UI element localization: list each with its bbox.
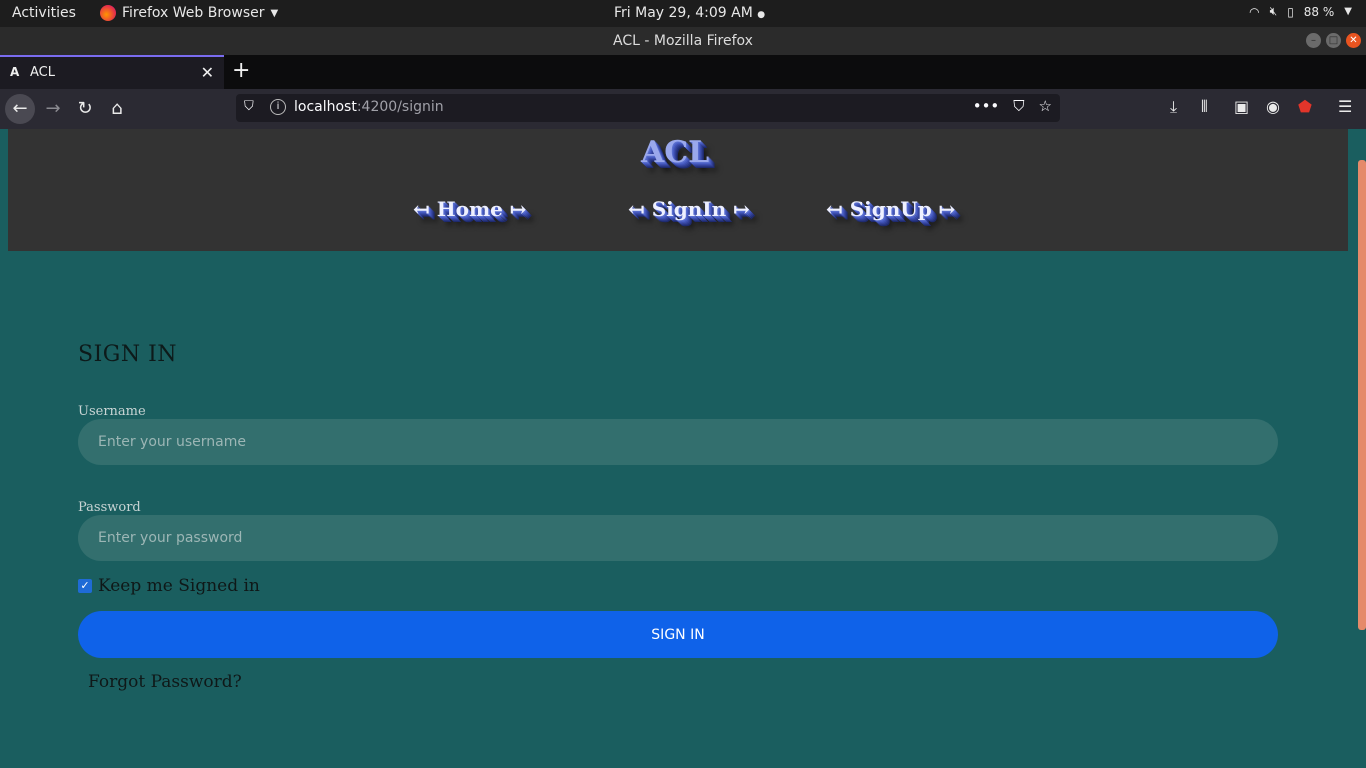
username-label: Username <box>78 404 146 419</box>
new-tab-button[interactable]: + <box>232 58 250 83</box>
url-path: :4200/signin <box>356 99 444 115</box>
caret-down-icon: ▼ <box>1344 6 1352 17</box>
caret-down-icon: ▼ <box>270 7 279 19</box>
url-actions: ••• ⛉ ☆ <box>973 97 1052 115</box>
keep-signed-in-checkbox[interactable]: ✓ <box>78 579 92 593</box>
tab-title: ACL <box>30 65 55 80</box>
clock-text: Fri May 29, 4:09 AM <box>614 5 753 21</box>
url-host: localhost <box>294 99 357 115</box>
page-actions-icon[interactable]: ••• <box>973 97 1000 115</box>
page-scrollbar[interactable] <box>1358 160 1366 630</box>
close-tab-icon[interactable]: ✕ <box>201 63 214 82</box>
keep-signed-in-row[interactable]: ✓ Keep me Signed in <box>78 576 260 596</box>
pocket-icon[interactable]: ⛉ <box>1013 97 1024 115</box>
username-input[interactable] <box>78 419 1278 465</box>
home-button[interactable]: ⌂ <box>102 94 132 124</box>
maximize-button[interactable]: □ <box>1326 33 1341 48</box>
clock[interactable]: Fri May 29, 4:09 AM ● <box>614 5 765 21</box>
nav-link-home[interactable]: ↤ Home ↦ <box>413 197 527 221</box>
back-button[interactable]: ← <box>5 94 35 124</box>
signin-heading: SIGN IN <box>78 342 178 367</box>
sidebar-icon[interactable]: ▣ <box>1234 97 1249 116</box>
page-content: ACL ↤ Home ↦ ↤ SignIn ↦ ↤ SignUp ↦ SIGN … <box>8 129 1348 768</box>
battery-icon: ▯ <box>1287 4 1294 19</box>
nav-link-signup[interactable]: ↤ SignUp ↦ <box>826 197 955 221</box>
password-input[interactable] <box>78 515 1278 561</box>
forward-button[interactable]: → <box>38 94 68 124</box>
angular-favicon-icon: A <box>10 65 20 79</box>
battery-percent: 88 % <box>1303 4 1335 19</box>
password-label: Password <box>78 500 141 515</box>
window-titlebar: ACL - Mozilla Firefox – □ ✕ <box>0 27 1366 55</box>
system-top-bar: Activities Firefox Web Browser ▼ Fri May… <box>0 0 1366 27</box>
url-text: localhost:4200/signin <box>294 99 444 115</box>
site-logo: ACL <box>641 135 710 170</box>
keep-signed-in-label[interactable]: Keep me Signed in <box>98 576 260 596</box>
app-menu[interactable]: Firefox Web Browser ▼ <box>100 5 278 21</box>
tracking-shield-icon[interactable]: ⛉ <box>244 99 254 114</box>
firefox-icon <box>100 5 116 21</box>
close-window-button[interactable]: ✕ <box>1346 33 1361 48</box>
notification-dot-icon: ● <box>757 10 766 20</box>
library-icon[interactable]: ⫴ <box>1201 97 1208 117</box>
site-header: ACL ↤ Home ↦ ↤ SignIn ↦ ↤ SignUp ↦ <box>8 129 1348 251</box>
account-icon[interactable]: ◉ <box>1266 97 1280 116</box>
signin-button[interactable]: SIGN IN <box>78 611 1278 658</box>
menu-icon[interactable]: ☰ <box>1338 97 1352 116</box>
url-bar[interactable]: ⛉ i localhost:4200/signin ••• ⛉ ☆ <box>236 94 1060 122</box>
nav-toolbar: ← → ↻ ⌂ ⛉ i localhost:4200/signin ••• ⛉ … <box>0 89 1366 129</box>
reload-button[interactable]: ↻ <box>70 94 100 124</box>
volume-muted-icon: 🔇︎ <box>1269 4 1278 18</box>
app-menu-label: Firefox Web Browser <box>122 5 265 21</box>
bookmark-star-icon[interactable]: ☆ <box>1039 97 1052 115</box>
forgot-password-link[interactable]: Forgot Password? <box>88 672 242 692</box>
tab-acl[interactable]: A ACL ✕ <box>0 55 224 89</box>
site-info-icon[interactable]: i <box>270 99 286 115</box>
downloads-icon[interactable]: ⤓ <box>1170 97 1177 117</box>
activities-button[interactable]: Activities <box>12 5 76 21</box>
window-title: ACL - Mozilla Firefox <box>613 33 753 49</box>
system-tray[interactable]: ◠ 🔇︎ ▯ 88 % ▼ <box>1249 4 1352 19</box>
nav-link-signin[interactable]: ↤ SignIn ↦ <box>628 197 750 221</box>
wifi-icon: ◠ <box>1249 4 1260 19</box>
extension-shield-icon[interactable]: ⬟ <box>1298 97 1312 116</box>
minimize-button[interactable]: – <box>1306 33 1321 48</box>
tab-strip: A ACL ✕ + <box>0 55 1366 89</box>
